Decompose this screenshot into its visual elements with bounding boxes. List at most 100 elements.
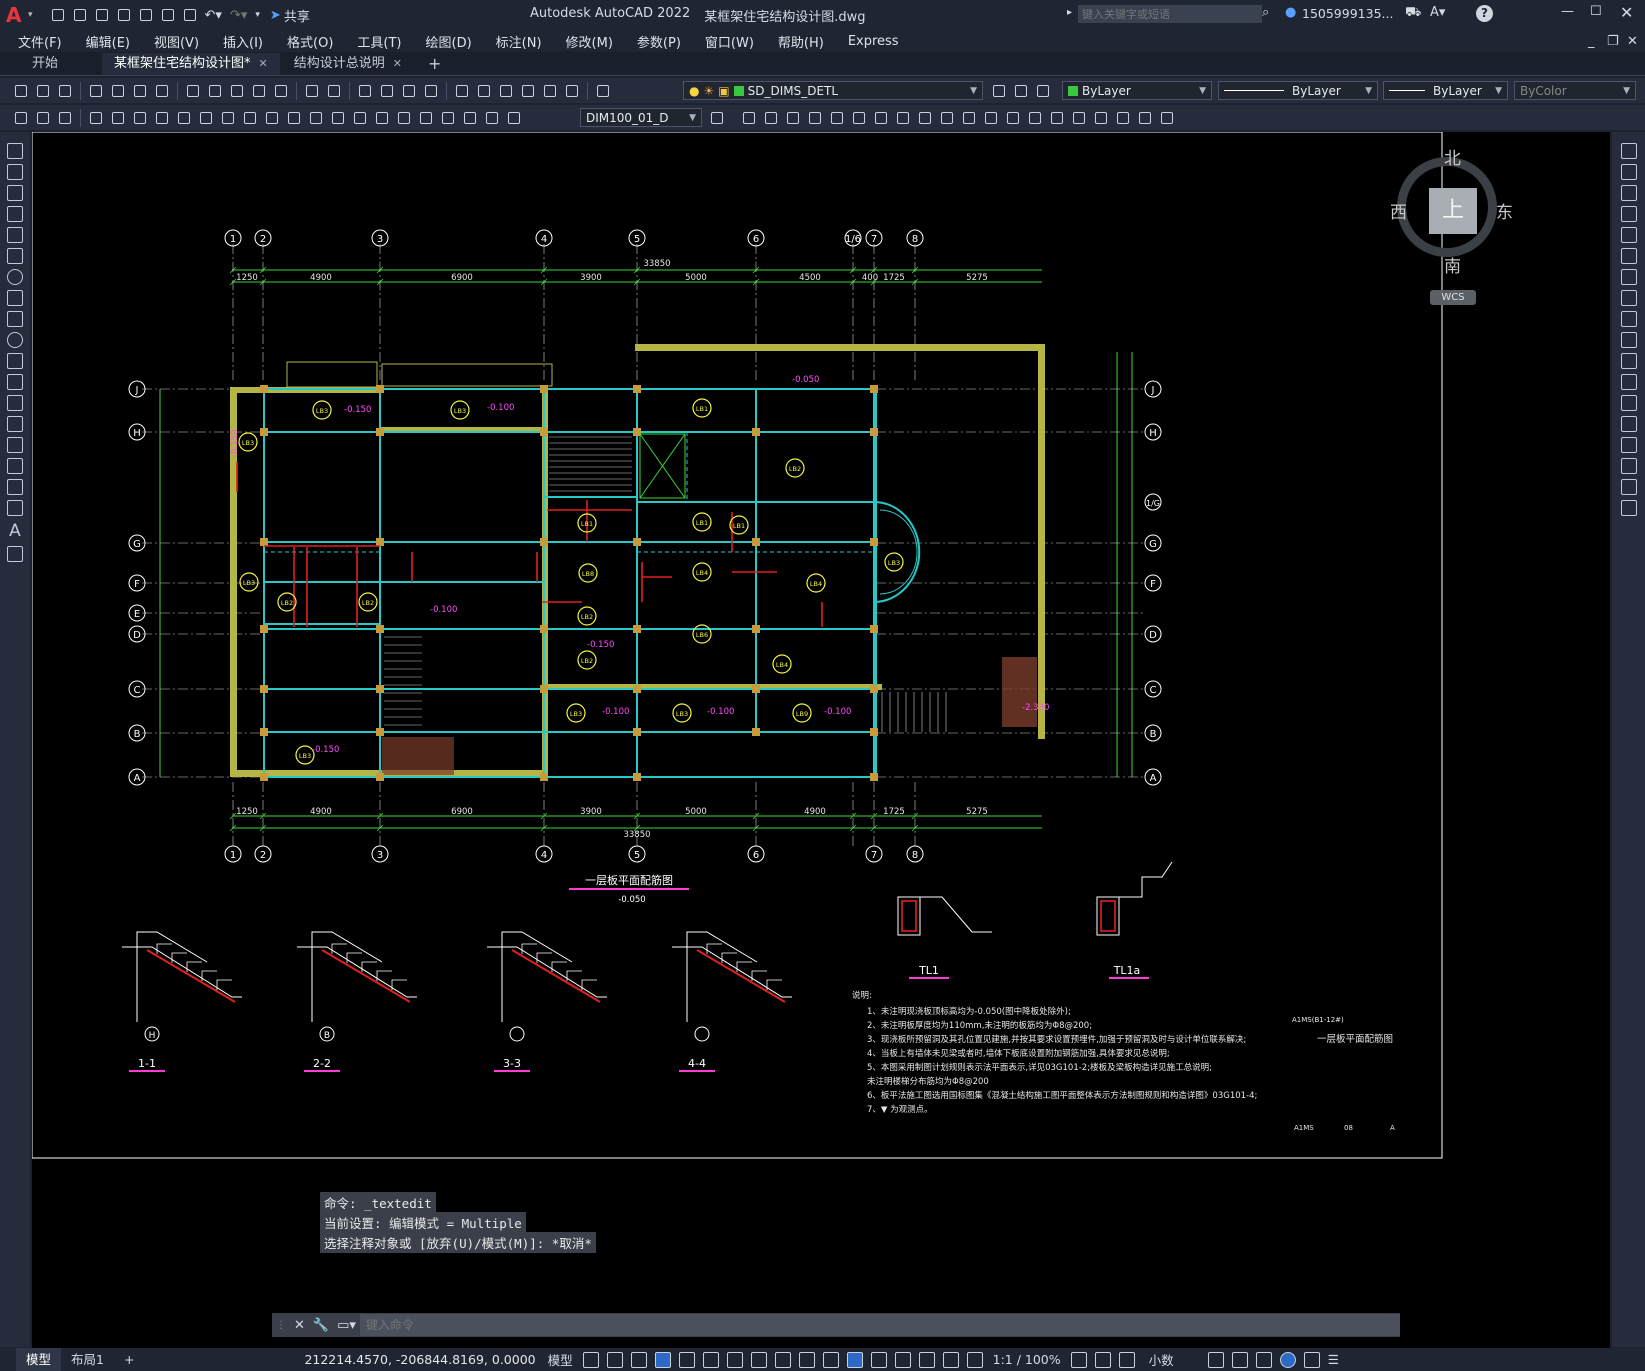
dim-diameter-icon[interactable]	[219, 109, 237, 127]
polar-icon[interactable]	[678, 1351, 695, 1368]
paste-icon[interactable]	[228, 82, 246, 100]
customize-icon[interactable]: ▾	[255, 10, 260, 20]
mirror-icon[interactable]	[1620, 185, 1637, 201]
tool-n-icon[interactable]	[1026, 109, 1044, 127]
tool-k-icon[interactable]	[960, 109, 978, 127]
tolerance-icon[interactable]	[373, 109, 391, 127]
isolate-icon[interactable]	[1255, 1351, 1272, 1368]
line-icon[interactable]	[7, 143, 23, 159]
menu-help[interactable]: 帮助(H)	[778, 32, 824, 51]
globe-icon[interactable]	[153, 82, 171, 100]
add-selected-icon[interactable]	[7, 546, 23, 562]
scale-icon[interactable]	[1620, 290, 1637, 306]
tab-close-icon[interactable]: ✕	[393, 53, 402, 75]
tool-q-icon[interactable]	[1092, 109, 1110, 127]
quick-properties-icon[interactable]	[1207, 1351, 1224, 1368]
help-icon[interactable]: ?	[1476, 5, 1493, 22]
construction-line-icon[interactable]	[7, 164, 23, 180]
preview-icon[interactable]	[109, 82, 127, 100]
point-icon[interactable]	[7, 416, 23, 432]
model-space-button[interactable]: 模型	[548, 1350, 573, 1369]
zoom-previous-icon[interactable]	[422, 82, 440, 100]
dim-angular-icon[interactable]	[241, 109, 259, 127]
insert-block-icon[interactable]	[7, 374, 23, 390]
tool-h-icon[interactable]	[894, 109, 912, 127]
break-icon[interactable]	[1620, 395, 1637, 411]
tool-o-icon[interactable]	[1048, 109, 1066, 127]
new-icon[interactable]	[49, 6, 67, 24]
ortho-icon[interactable]	[654, 1351, 671, 1368]
tool-j-icon[interactable]	[938, 109, 956, 127]
snap-icon[interactable]	[606, 1351, 623, 1368]
units-value[interactable]: 小数	[1149, 1350, 1174, 1369]
erase-icon[interactable]	[1620, 143, 1637, 159]
fillet-icon[interactable]	[1620, 458, 1637, 474]
dim-update-icon[interactable]	[505, 109, 523, 127]
hatch-icon[interactable]	[7, 437, 23, 453]
close-icon[interactable]: ✕	[1620, 3, 1633, 22]
tool-l-icon[interactable]	[982, 109, 1000, 127]
tool-a-icon[interactable]	[740, 109, 758, 127]
viewcube[interactable]: 上 北 南 西 东 WCS	[1372, 140, 1513, 305]
viewcube-south[interactable]: 南	[1444, 252, 1461, 277]
menu-express[interactable]: Express	[848, 34, 899, 49]
command-input[interactable]	[359, 1314, 1400, 1336]
pan-icon[interactable]	[356, 82, 374, 100]
tool-s-icon[interactable]	[1136, 109, 1154, 127]
dim-break-icon[interactable]	[351, 109, 369, 127]
plot-icon[interactable]	[87, 82, 105, 100]
join-icon[interactable]	[1620, 416, 1637, 432]
array-icon[interactable]	[1620, 227, 1637, 243]
arc-icon[interactable]	[7, 248, 23, 264]
properties-icon[interactable]	[453, 82, 471, 100]
app-menu-chevron-icon[interactable]: ▾	[28, 10, 33, 20]
trim-icon[interactable]	[1620, 332, 1637, 348]
redo-icon[interactable]: ↷▾	[230, 8, 247, 23]
drawing-canvas[interactable]: 33850 1250 4900 6900 3900 5000 4500 400 …	[32, 132, 1610, 1350]
break-at-point-icon[interactable]	[1620, 374, 1637, 390]
help-icon[interactable]	[563, 82, 581, 100]
explode-icon[interactable]	[1620, 500, 1637, 516]
tool-palette-icon[interactable]	[497, 82, 515, 100]
app-logo-icon[interactable]: A	[6, 4, 28, 26]
save-web-icon[interactable]	[159, 6, 177, 24]
add-layout-button[interactable]: +	[114, 1348, 144, 1371]
infer-icon[interactable]	[630, 1351, 647, 1368]
tool-f-icon[interactable]	[850, 109, 868, 127]
ellipse-icon[interactable]	[7, 332, 23, 348]
plotstyle-dropdown[interactable]: ByColor ▼	[1514, 81, 1636, 100]
menu-insert[interactable]: 插入(I)	[223, 32, 263, 51]
table-icon[interactable]	[7, 500, 23, 516]
search-input[interactable]	[1078, 5, 1262, 23]
dim-ordinate-icon[interactable]	[153, 109, 171, 127]
units-icon[interactable]	[1118, 1351, 1135, 1368]
menu-draw[interactable]: 绘图(D)	[426, 32, 472, 51]
tool-b-icon[interactable]	[762, 109, 780, 127]
osnap-tracking-icon[interactable]	[726, 1351, 743, 1368]
annotation-scale[interactable]: 1:1 / 100%	[993, 1352, 1061, 1367]
tool-c-icon[interactable]	[784, 109, 802, 127]
move-icon[interactable]	[1620, 248, 1637, 264]
make-block-icon[interactable]	[7, 395, 23, 411]
polygon-icon[interactable]	[7, 206, 23, 222]
clean-screen-icon[interactable]	[1303, 1351, 1320, 1368]
block-icon[interactable]	[272, 82, 290, 100]
dimstyle-manager-icon[interactable]	[708, 109, 726, 127]
tool-r-icon[interactable]	[1114, 109, 1132, 127]
region-icon[interactable]	[7, 479, 23, 495]
rotate-icon[interactable]	[1620, 269, 1637, 285]
stretch-icon[interactable]	[1620, 311, 1637, 327]
menu-modify[interactable]: 修改(M)	[566, 32, 613, 51]
viewcube-west[interactable]: 西	[1390, 198, 1407, 223]
lock-ui-icon[interactable]	[1231, 1351, 1248, 1368]
layer-state-icon[interactable]	[1034, 82, 1052, 100]
user-name[interactable]: 1505999135...	[1302, 6, 1393, 21]
lineweight-icon[interactable]	[774, 1351, 791, 1368]
offset-icon[interactable]	[1620, 206, 1637, 222]
open-icon[interactable]	[34, 82, 52, 100]
dim-linear-icon[interactable]	[87, 109, 105, 127]
center-mark-icon[interactable]	[395, 109, 413, 127]
lineweight-dropdown[interactable]: ByLayer ▼	[1383, 81, 1508, 100]
extend-icon[interactable]	[1620, 353, 1637, 369]
auto-scale-icon[interactable]	[966, 1351, 983, 1368]
